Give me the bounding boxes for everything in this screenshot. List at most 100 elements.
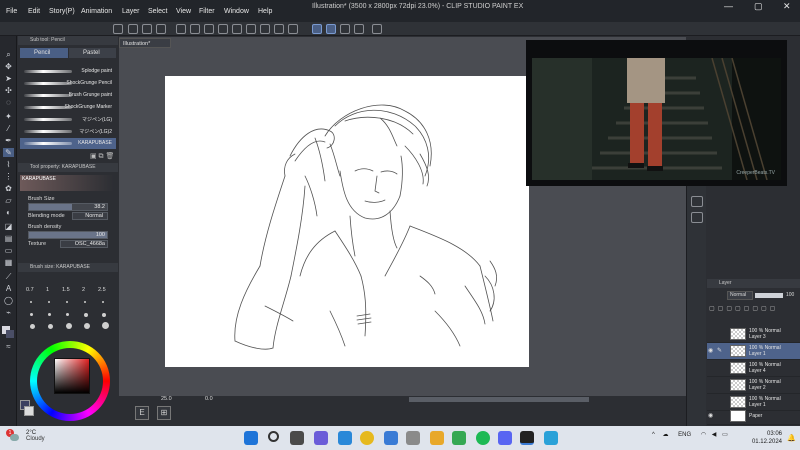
brush-size-preset[interactable]: 1 bbox=[46, 287, 49, 293]
brush-size-dot[interactable] bbox=[48, 301, 50, 303]
sub-color-swatch[interactable] bbox=[6, 330, 14, 338]
fill-tool-icon[interactable]: ◪ bbox=[3, 222, 14, 231]
zoom-value[interactable]: 25.0 bbox=[161, 396, 172, 402]
clock[interactable]: 03:06 01.12.2024 bbox=[752, 430, 782, 446]
brush-size-preset[interactable]: 2.5 bbox=[98, 287, 106, 293]
volume-icon[interactable]: ◀ bbox=[712, 432, 717, 438]
sub-color-indicator[interactable] bbox=[24, 406, 34, 416]
brush-size-dot[interactable] bbox=[84, 313, 88, 317]
decoration-tool-icon[interactable]: ✿ bbox=[3, 184, 14, 193]
brush-size-dot[interactable] bbox=[66, 313, 69, 316]
redo-icon[interactable] bbox=[190, 24, 200, 34]
auto-select-tool-icon[interactable]: ✦ bbox=[3, 112, 14, 121]
task-view-icon[interactable] bbox=[290, 431, 304, 445]
undo-icon[interactable] bbox=[176, 24, 186, 34]
save-icon[interactable] bbox=[156, 24, 166, 34]
brush-size-dot[interactable] bbox=[102, 313, 106, 317]
subtool-menu-icons[interactable]: ▣ ⧉ 🗑 bbox=[90, 152, 114, 161]
pen-tool-icon[interactable]: ✒ bbox=[3, 136, 14, 145]
move-tool-icon[interactable]: ✥ bbox=[3, 62, 14, 71]
clip-studio-icon[interactable] bbox=[113, 24, 123, 34]
brush-item[interactable]: マジペン(LG) bbox=[20, 114, 116, 125]
brush-item[interactable]: ShockGrunge Pencil bbox=[20, 78, 116, 89]
new-file-icon[interactable] bbox=[128, 24, 138, 34]
figure-tool-icon[interactable]: ▭ bbox=[3, 246, 14, 255]
brush-size-dot[interactable] bbox=[84, 323, 90, 329]
menu-file[interactable]: File bbox=[6, 8, 17, 15]
transform-icon[interactable] bbox=[218, 24, 228, 34]
menu-select[interactable]: Select bbox=[148, 8, 167, 15]
zoom-tool-icon[interactable]: ⌕ bbox=[3, 50, 14, 59]
clip-studio-taskbar-icon[interactable] bbox=[520, 431, 534, 445]
color-wheel[interactable] bbox=[30, 341, 110, 421]
brush-size-dot[interactable] bbox=[102, 301, 104, 303]
snap-grid-icon[interactable] bbox=[340, 24, 350, 34]
brush-size-dot[interactable] bbox=[102, 322, 109, 329]
layer-row[interactable]: 100 % Normal Layer 4 bbox=[707, 360, 800, 377]
invert-selection-icon[interactable] bbox=[260, 24, 270, 34]
horizontal-scrollbar[interactable] bbox=[409, 397, 589, 402]
weather-widget[interactable]: 1 2°C Cloudy bbox=[6, 429, 45, 442]
battery-icon[interactable]: ▭ bbox=[722, 432, 728, 438]
teams-icon[interactable] bbox=[314, 431, 328, 445]
airbrush-tool-icon[interactable]: ⋮ bbox=[3, 172, 14, 181]
edge-icon[interactable] bbox=[338, 431, 352, 445]
visibility-eye-icon[interactable]: ◉ bbox=[708, 413, 715, 420]
blending-mode-select[interactable]: Normal bbox=[72, 212, 108, 220]
video-overlay[interactable]: CreeperBeats.TV bbox=[526, 40, 787, 186]
start-icon[interactable] bbox=[244, 431, 258, 445]
layer-row[interactable]: 100 % Normal Layer 2 bbox=[707, 377, 800, 394]
camera-icon[interactable] bbox=[691, 196, 703, 207]
brush-item[interactable]: ShockGrunge Marker bbox=[20, 102, 116, 113]
wifi-icon[interactable]: ◠ bbox=[701, 432, 706, 438]
eyedropper-tool-icon[interactable]: ⁄ bbox=[3, 124, 14, 133]
eraser-tool-icon[interactable]: ▱ bbox=[3, 196, 14, 205]
brush-density-slider[interactable]: 100 bbox=[28, 231, 108, 239]
visibility-eye-icon[interactable]: ◉ bbox=[708, 348, 715, 355]
telegram-icon[interactable] bbox=[544, 431, 558, 445]
menu-layer[interactable]: Layer bbox=[122, 8, 140, 15]
crop-icon[interactable] bbox=[274, 24, 284, 34]
snap-ruler-icon[interactable] bbox=[312, 24, 322, 34]
maximize-button[interactable]: ▢ bbox=[754, 1, 763, 12]
tab-pencil[interactable]: Pencil bbox=[20, 48, 68, 58]
saturation-value-square[interactable] bbox=[54, 358, 90, 394]
search-icon[interactable] bbox=[268, 431, 279, 442]
navigator-icon[interactable]: ⊞ bbox=[157, 406, 171, 420]
rotation-value[interactable]: 0.0 bbox=[205, 396, 213, 402]
timeline-icon[interactable]: E bbox=[135, 406, 149, 420]
minimize-button[interactable]: — bbox=[724, 1, 733, 11]
layer-row[interactable]: 100 % Normal Layer 3 bbox=[707, 326, 800, 343]
brush-size-preset[interactable]: 1.5 bbox=[62, 287, 70, 293]
drawing-canvas[interactable] bbox=[165, 76, 529, 367]
texture-select[interactable]: OSC_4668a bbox=[60, 240, 108, 248]
gradient-tool-icon[interactable]: ▤ bbox=[3, 234, 14, 243]
brush-size-dot[interactable] bbox=[30, 301, 32, 303]
brush-item[interactable]: Brush Grunge paint bbox=[20, 90, 116, 101]
brush-item[interactable]: Splodge paint bbox=[20, 66, 116, 77]
clear-icon[interactable] bbox=[204, 24, 214, 34]
spotify-icon[interactable] bbox=[476, 431, 490, 445]
operation-tool-icon[interactable]: ➤ bbox=[3, 74, 14, 83]
menu-filter[interactable]: Filter bbox=[199, 8, 215, 15]
menu-view[interactable]: View bbox=[176, 8, 191, 15]
frame-tool-icon[interactable]: ▦ bbox=[3, 258, 14, 267]
capture-icon[interactable] bbox=[691, 212, 703, 223]
tray-chevron-icon[interactable]: ^ bbox=[652, 432, 655, 438]
menu-help[interactable]: Help bbox=[258, 8, 272, 15]
notification-bell-icon[interactable]: 🔔 bbox=[787, 434, 796, 442]
tray-cloud-icon[interactable]: ☁ bbox=[663, 432, 669, 438]
brush-size-dot[interactable] bbox=[66, 323, 72, 329]
brush-item-selected[interactable]: KARAPUBASE bbox=[20, 138, 116, 149]
menu-animation[interactable]: Animation bbox=[81, 8, 112, 15]
text-tool-icon[interactable]: A bbox=[3, 284, 14, 293]
chrome-icon[interactable] bbox=[360, 431, 374, 445]
layer-opacity-slider[interactable] bbox=[755, 293, 783, 298]
brush-size-dot[interactable] bbox=[30, 324, 35, 329]
layer-tool-icons[interactable]: ▢▢▢▢▢▢▢▢ bbox=[709, 305, 778, 312]
brush-size-dot[interactable] bbox=[48, 324, 53, 329]
camera-app-icon[interactable] bbox=[406, 431, 420, 445]
close-button[interactable]: ✕ bbox=[783, 1, 791, 12]
transparent-color-icon[interactable]: ≈ bbox=[3, 342, 14, 351]
brush-size-dot[interactable] bbox=[84, 301, 86, 303]
